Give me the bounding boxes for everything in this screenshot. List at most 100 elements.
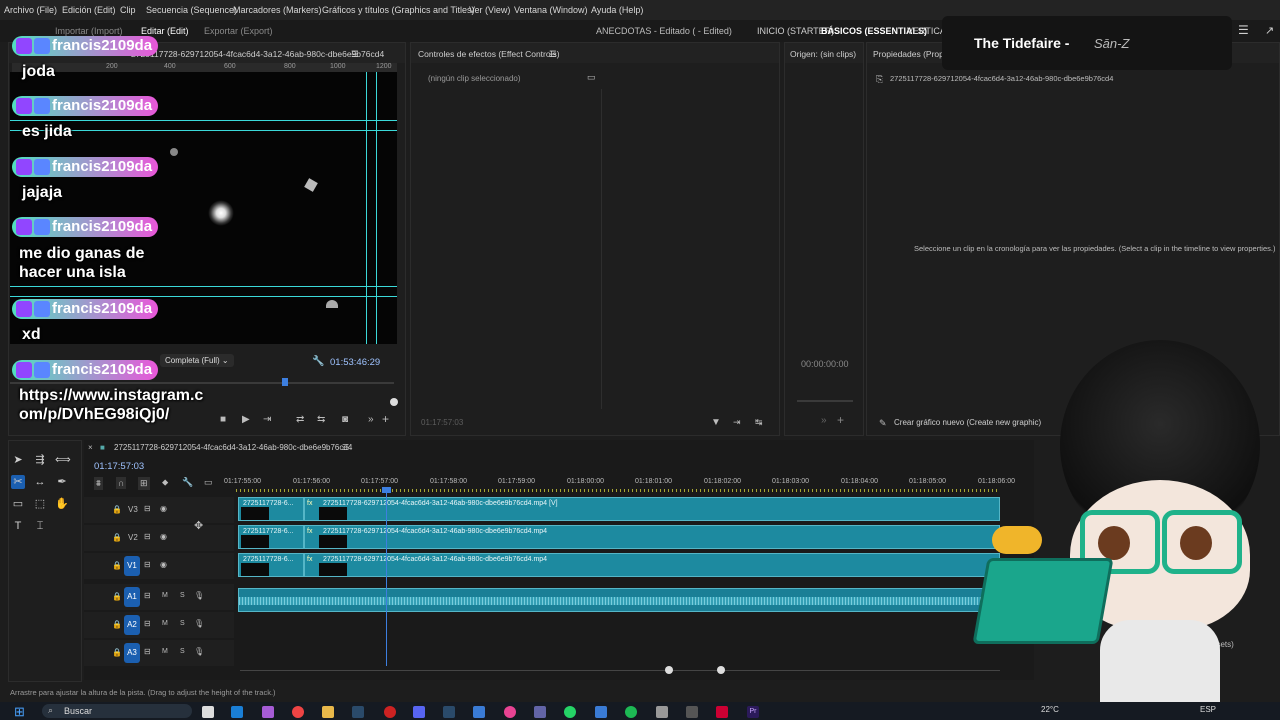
new-graphic-icon[interactable]: ✎: [879, 418, 887, 429]
selection-tool-icon[interactable]: ➤: [11, 453, 25, 467]
ripple-edit-icon[interactable]: ⟺: [55, 453, 71, 467]
track-select-icon[interactable]: ⇶: [33, 453, 47, 467]
tab-export[interactable]: Exportar (Export): [204, 26, 273, 36]
mic-icon[interactable]: 🎙: [194, 619, 204, 628]
whatsapp-icon[interactable]: [564, 706, 576, 718]
chrome-icon[interactable]: [292, 706, 304, 718]
lock-icon[interactable]: 🔒: [112, 561, 122, 570]
language-indicator[interactable]: ESP: [1200, 705, 1216, 714]
app-icon[interactable]: [504, 706, 516, 718]
lock-icon[interactable]: 🔒: [112, 505, 122, 514]
play-icon[interactable]: ▶: [242, 414, 250, 425]
sequence-tab[interactable]: 2725117728-629712054-4fcac6d4-3a12-46ab-…: [114, 443, 352, 452]
app-icon[interactable]: [716, 706, 728, 718]
menu-file[interactable]: Archivo (File): [4, 5, 57, 15]
track-label-a1[interactable]: A1: [124, 587, 140, 607]
captions-icon[interactable]: ▭: [204, 477, 213, 488]
eye-icon[interactable]: ◉: [160, 560, 167, 569]
sync-lock-icon[interactable]: ⊟: [144, 591, 151, 600]
tab-edit[interactable]: Editar (Edit): [141, 26, 189, 36]
lock-icon[interactable]: 🔒: [112, 648, 122, 657]
filter-icon[interactable]: ▼: [711, 417, 721, 428]
menu-view[interactable]: Ver (View): [469, 5, 510, 15]
snap-icon[interactable]: ⩩: [94, 477, 103, 490]
add-button-icon[interactable]: +: [837, 413, 844, 427]
crop-tool-icon[interactable]: ⬚: [33, 497, 47, 511]
menu-graphics[interactable]: Gráficos y títulos (Graphics and Titles): [322, 5, 475, 15]
sync-lock-icon[interactable]: ⊟: [144, 560, 151, 569]
rectangle-tool-icon[interactable]: ▭: [11, 497, 25, 511]
lock-icon[interactable]: 🔒: [112, 533, 122, 542]
steam-icon[interactable]: [352, 706, 364, 718]
panel-menu-icon[interactable]: ☰: [342, 443, 349, 452]
timeline-clip-v1a[interactable]: 2725117728-6...: [238, 553, 304, 577]
track-label-v1[interactable]: V1: [124, 556, 140, 576]
timeline-clip-v2a[interactable]: 2725117728-6...: [238, 525, 304, 549]
timeline-ruler[interactable]: 01:17:55:00 01:17:56:00 01:17:57:00 01:1…: [224, 478, 1015, 496]
solo-button[interactable]: S: [180, 648, 185, 655]
task-view-icon[interactable]: [202, 706, 214, 718]
timeline-timecode[interactable]: 01:17:57:03: [94, 461, 144, 472]
track-label-v3[interactable]: V3: [128, 505, 138, 514]
mute-button[interactable]: M: [162, 648, 168, 655]
lock-icon[interactable]: 🔒: [112, 620, 122, 629]
zoom-handle[interactable]: [390, 398, 398, 406]
solo-button[interactable]: S: [180, 592, 185, 599]
teams-icon[interactable]: [534, 706, 546, 718]
menu-sequence[interactable]: Secuencia (Sequence): [146, 5, 237, 15]
quality-dropdown[interactable]: Completa (Full) ⌄: [160, 354, 234, 367]
menu-markers[interactable]: Marcadores (Markers): [233, 5, 322, 15]
close-icon[interactable]: ×: [88, 443, 93, 452]
panel-menu-icon[interactable]: ☰: [549, 49, 557, 60]
camera-icon[interactable]: ◙: [342, 414, 348, 425]
playhead-marker[interactable]: [282, 378, 288, 386]
more-icon[interactable]: »: [821, 415, 827, 426]
slip-tool-icon[interactable]: ↔: [33, 475, 47, 489]
discord-icon[interactable]: [413, 706, 425, 718]
jump-icon[interactable]: ↹: [755, 417, 763, 428]
app-icon[interactable]: [473, 706, 485, 718]
app-icon[interactable]: [686, 706, 698, 718]
app-icon[interactable]: [262, 706, 274, 718]
timeline-clip-v2[interactable]: fx 2725117728-629712054-4fcac6d4-3a12-46a…: [304, 525, 1000, 549]
more-icon[interactable]: »: [368, 414, 374, 425]
timeline-clip-v3a[interactable]: 2725117728-6...: [238, 497, 304, 521]
sync-lock-icon[interactable]: ⊟: [144, 504, 151, 513]
timeline-playhead[interactable]: [386, 490, 387, 666]
razor-tool-icon[interactable]: ✂: [11, 475, 25, 489]
app-icon[interactable]: [595, 706, 607, 718]
linked-selection-icon[interactable]: ∩: [116, 477, 127, 489]
obs-icon[interactable]: [656, 706, 668, 718]
menu-clip[interactable]: Clip: [120, 5, 136, 15]
share-icon[interactable]: ↗: [1265, 24, 1274, 37]
source-scrubber[interactable]: [797, 400, 853, 402]
stop-icon[interactable]: ■: [220, 414, 226, 425]
premiere-icon[interactable]: Pr: [747, 706, 759, 718]
audio-clip-a1[interactable]: [238, 588, 1000, 612]
lock-icon[interactable]: 🔒: [112, 592, 122, 601]
export-clip-icon[interactable]: ⇥: [733, 417, 741, 428]
file-explorer-icon[interactable]: [322, 706, 334, 718]
mute-button[interactable]: M: [162, 620, 168, 627]
timeline-scrollbar[interactable]: [240, 670, 1000, 671]
timeline-clip-v3[interactable]: fx 2725117728-629712054-4fcac6d4-3a12-46a…: [304, 497, 1000, 521]
scroll-handle-left[interactable]: [665, 666, 673, 674]
type-tool-icon[interactable]: T: [11, 519, 25, 533]
hand-tool-icon[interactable]: ✋: [55, 497, 69, 511]
step-forward-icon[interactable]: ⇥: [263, 414, 271, 425]
track-label-a3[interactable]: A3: [124, 643, 140, 663]
sync-lock-icon[interactable]: ⊟: [144, 647, 151, 656]
insert-icon[interactable]: ⇄: [296, 414, 304, 425]
insert-nest-icon[interactable]: ⊞: [138, 477, 150, 490]
wrench-icon[interactable]: 🔧: [312, 356, 324, 367]
scroll-handle-right[interactable]: [717, 666, 725, 674]
monitor-scrubber[interactable]: [10, 382, 394, 384]
taskbar-search[interactable]: ⌕ Buscar: [42, 704, 192, 718]
program-timecode[interactable]: 01:53:46:29: [330, 357, 380, 368]
sync-lock-icon[interactable]: ⊟: [144, 532, 151, 541]
menu-help[interactable]: Ayuda (Help): [591, 5, 643, 15]
sync-lock-icon[interactable]: ⊟: [144, 619, 151, 628]
solo-button[interactable]: S: [180, 620, 185, 627]
eye-icon[interactable]: ◉: [160, 532, 167, 541]
windows-start-icon[interactable]: ⊞: [14, 704, 25, 720]
